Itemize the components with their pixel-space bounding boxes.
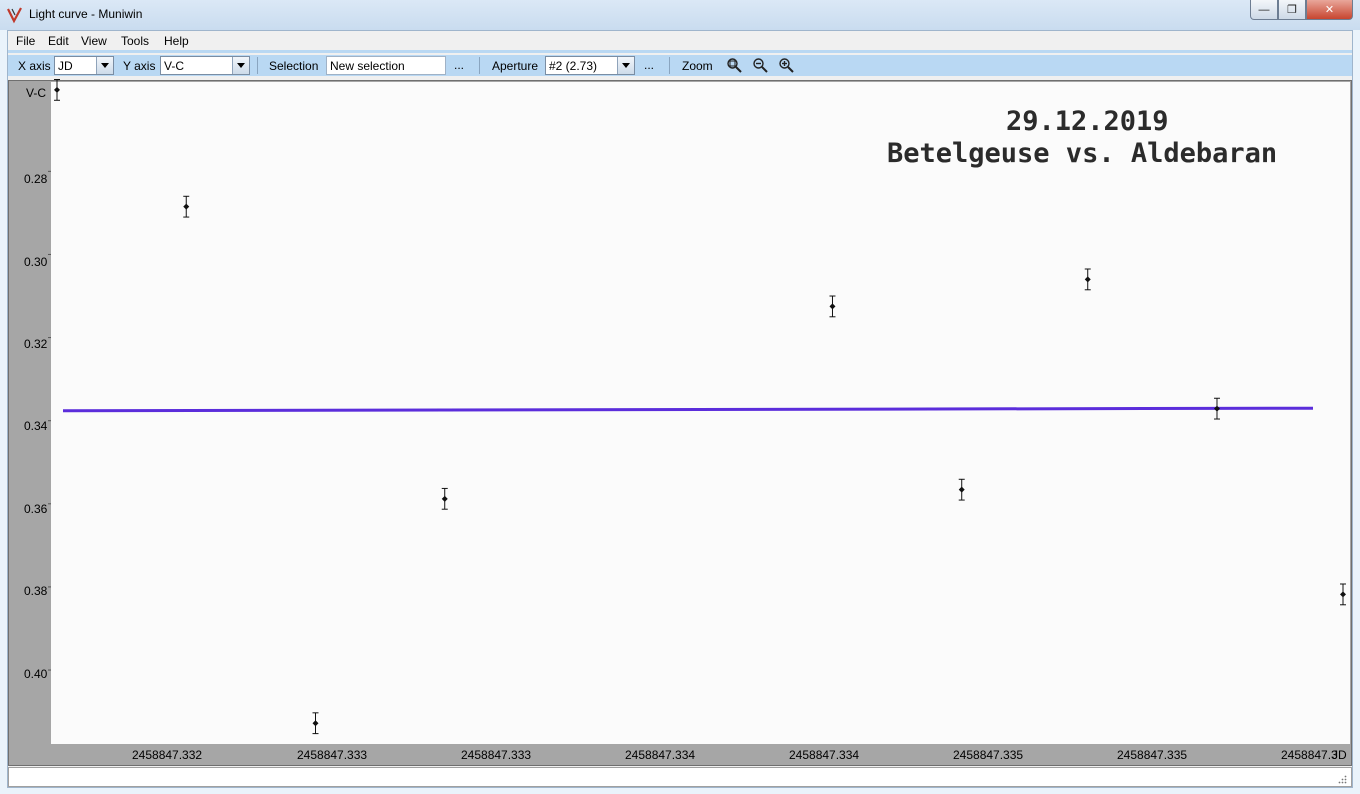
data-point[interactable] [1084,268,1091,291]
data-point[interactable] [958,478,965,501]
point-marker [829,303,836,310]
point-marker [1213,405,1220,412]
point-marker [183,203,190,210]
chart-annotation-title: Betelgeuse vs. Aldebaran [887,138,1278,169]
point-marker [441,495,448,502]
status-bar [8,767,1352,787]
data-point[interactable] [54,79,60,101]
data-point[interactable] [183,195,190,218]
point-marker [1084,276,1091,283]
point-marker [312,720,319,727]
chart-annotation-date: 29.12.2019 [1006,106,1169,137]
data-point[interactable] [1213,397,1220,420]
point-marker [54,86,60,93]
data-point[interactable] [441,487,448,510]
point-marker [958,486,965,493]
data-point[interactable] [829,295,836,318]
point-marker [1340,591,1346,598]
data-point[interactable] [1340,583,1346,606]
data-point[interactable] [312,712,319,735]
trend-line [62,406,1314,413]
resize-grip-icon[interactable] [1338,775,1347,784]
